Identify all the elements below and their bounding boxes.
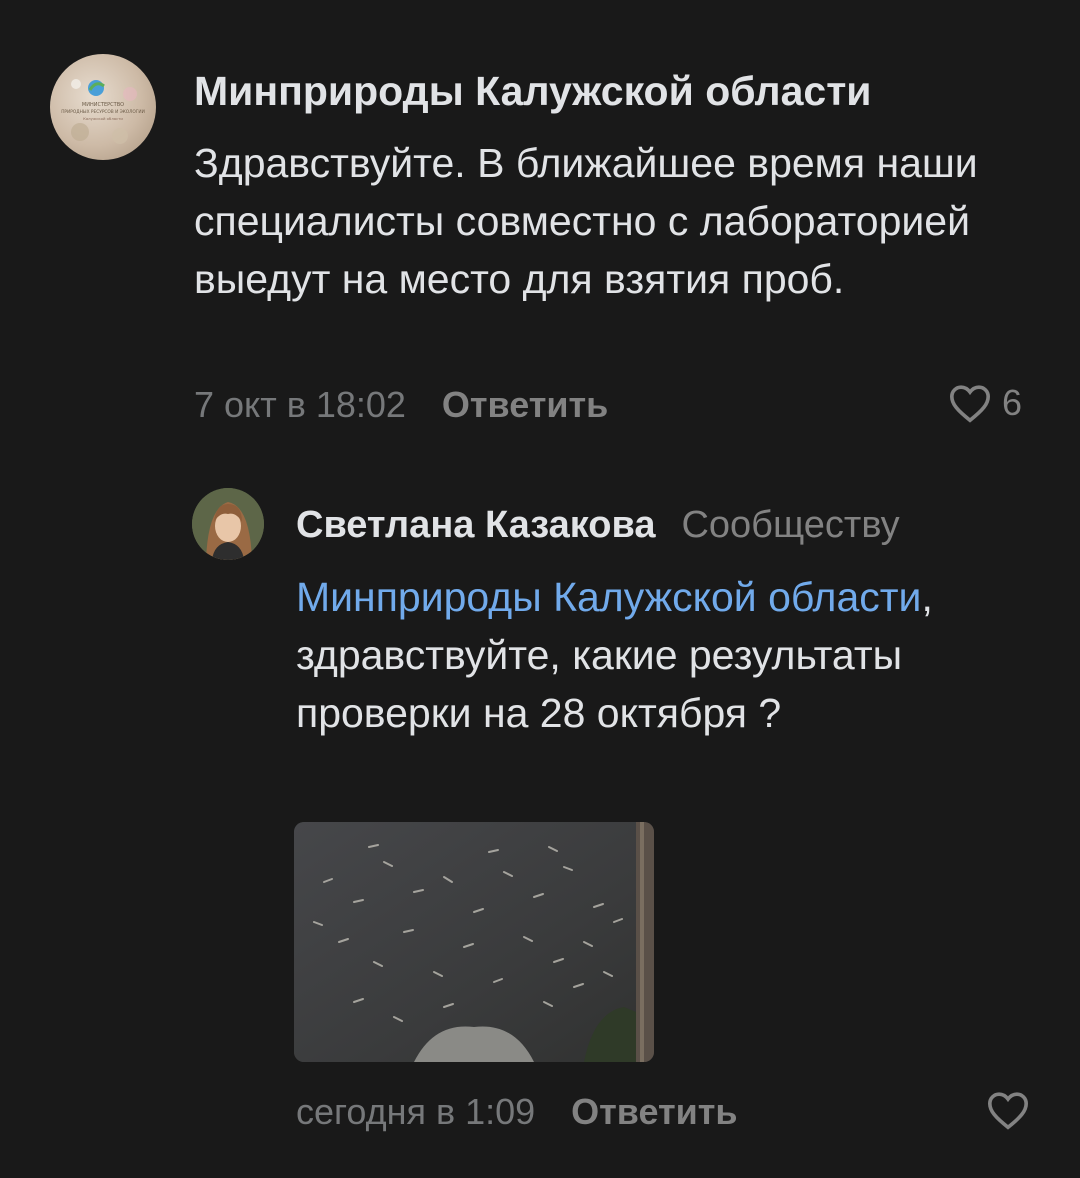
comment-time: сегодня в 1:09: [296, 1091, 536, 1132]
like-count: 6: [1002, 382, 1023, 423]
heart-icon: [949, 385, 991, 423]
comment-meta: сегодня в 1:09 Ответить: [296, 1091, 738, 1133]
comment-author[interactable]: Минприроды Калужской области: [194, 68, 871, 115]
dead-fish-photo-image: [294, 822, 654, 1062]
comment-time: 7 окт в 18:02: [194, 384, 406, 425]
ministry-avatar[interactable]: МИНИСТЕРСТВО ПРИРОДНЫХ РЕСУРСОВ И ЭКОЛОГ…: [50, 54, 156, 160]
author-name[interactable]: Светлана Казакова: [296, 504, 655, 546]
attached-photo[interactable]: [294, 822, 654, 1062]
reply-target: Сообществу: [681, 504, 900, 546]
comment-text: Здравствуйте. В ближайшее время наши спе…: [194, 140, 978, 302]
mention-link[interactable]: Минприроды Калужской области: [296, 574, 921, 620]
svg-text:Калужской области: Калужской области: [83, 116, 123, 121]
reply-button[interactable]: Ответить: [442, 384, 608, 425]
heart-icon: [987, 1092, 1029, 1130]
comment-meta: 7 окт в 18:02 Ответить: [194, 384, 608, 426]
like-button[interactable]: [986, 1090, 1030, 1130]
svg-text:МИНИСТЕРСТВО: МИНИСТЕРСТВО: [82, 102, 124, 108]
like-button[interactable]: 6: [948, 382, 1022, 424]
comment-text: Минприроды Калужской области, здравствуй…: [296, 568, 996, 742]
user-avatar[interactable]: [192, 488, 264, 560]
reply-button[interactable]: Ответить: [571, 1091, 737, 1132]
ministry-logo-icon: МИНИСТЕРСТВО ПРИРОДНЫХ РЕСУРСОВ И ЭКОЛОГ…: [61, 79, 145, 144]
comment-author: Светлана Казакова Сообществу: [296, 504, 900, 547]
user-photo-icon: [192, 488, 264, 560]
svg-text:ПРИРОДНЫХ РЕСУРСОВ И ЭКОЛОГИИ: ПРИРОДНЫХ РЕСУРСОВ И ЭКОЛОГИИ: [61, 109, 145, 115]
